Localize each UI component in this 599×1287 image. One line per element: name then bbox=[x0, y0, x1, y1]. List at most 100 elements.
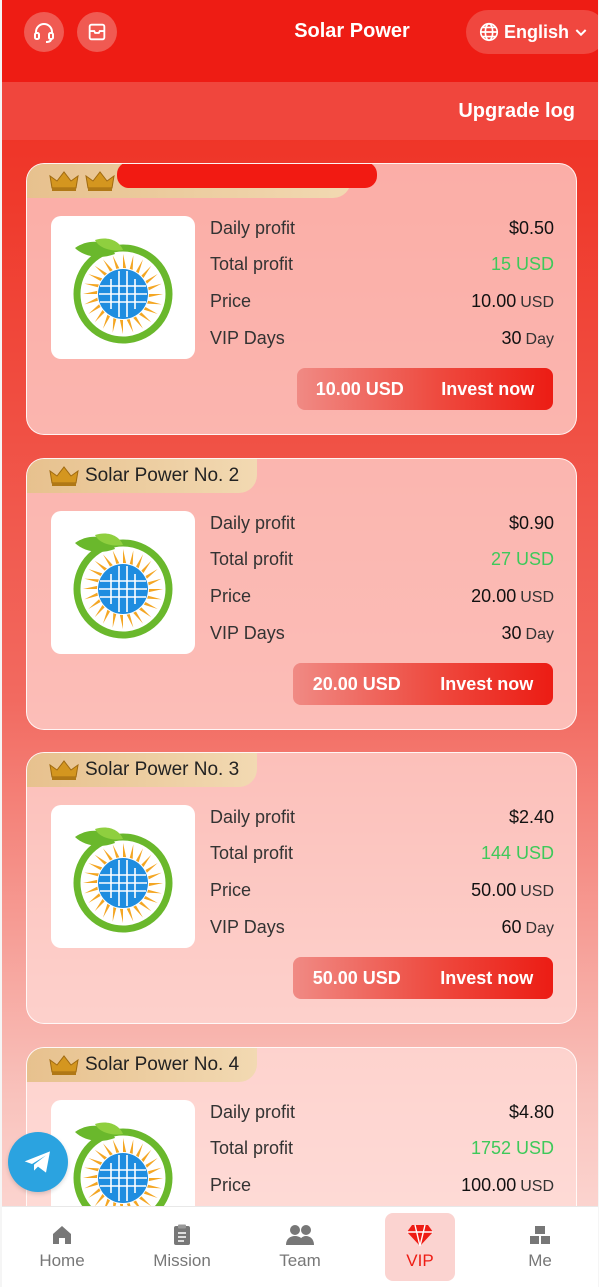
daily-profit-value-wrap: $0.90 bbox=[509, 513, 554, 534]
language-label: English bbox=[504, 21, 570, 42]
support-button[interactable] bbox=[24, 12, 64, 52]
invest-now-button[interactable]: 50.00 USD Invest now bbox=[293, 957, 553, 999]
nav-me[interactable]: Me bbox=[505, 1213, 575, 1281]
total-profit-row: Total profit 1752 USD bbox=[210, 1138, 554, 1162]
total-profit-value: 144 USD bbox=[480, 843, 554, 863]
total-profit-row: Total profit 15 USD bbox=[210, 254, 554, 278]
total-profit-value-wrap: 27 USD bbox=[491, 549, 554, 570]
vip-days-value: 30 bbox=[501, 328, 522, 348]
total-profit-value-wrap: 144 USD bbox=[481, 843, 554, 864]
daily-profit-value-wrap: $2.40 bbox=[509, 807, 554, 828]
daily-profit-value-wrap: $0.50 bbox=[509, 218, 554, 239]
total-profit-label: Total profit bbox=[210, 1138, 294, 1158]
vip-days-label: VIP Days bbox=[210, 623, 285, 643]
chevron-down-icon bbox=[575, 29, 587, 37]
daily-profit-value: $0.90 bbox=[508, 513, 554, 533]
nav-me-label: Me bbox=[528, 1251, 552, 1270]
invest-label: Invest now bbox=[441, 378, 535, 399]
crown-icon bbox=[49, 1055, 79, 1075]
globe-icon bbox=[479, 22, 499, 42]
price-row: Price 50.00 USD bbox=[210, 880, 554, 904]
total-profit-value: 27 USD bbox=[490, 549, 554, 569]
invest-label: Invest now bbox=[440, 673, 534, 694]
crown-icon bbox=[85, 171, 115, 191]
nav-home[interactable]: Home bbox=[27, 1213, 97, 1281]
inbox-button[interactable] bbox=[77, 12, 117, 52]
vip-days-row: VIP Days 30 Day bbox=[210, 623, 554, 647]
day-unit: Day bbox=[525, 626, 554, 643]
price-value-wrap: 10.00 USD bbox=[471, 291, 554, 312]
header: Solar Power English bbox=[2, 0, 598, 82]
total-profit-value: 1752 USD bbox=[470, 1138, 554, 1158]
product-name: Solar Power No. 4 bbox=[85, 1054, 240, 1075]
price-label: Price bbox=[210, 880, 252, 900]
total-profit-row: Total profit 144 USD bbox=[210, 843, 554, 867]
daily-profit-row: Daily profit $0.50 bbox=[210, 218, 554, 242]
price-value: 20.00 bbox=[471, 586, 517, 606]
vip-days-value: 30 bbox=[501, 623, 522, 643]
vip-days-row: VIP Days 60 Day bbox=[210, 917, 554, 941]
telegram-button[interactable] bbox=[8, 1132, 68, 1192]
nav-mission[interactable]: Mission bbox=[147, 1213, 217, 1281]
product-image bbox=[51, 216, 195, 359]
daily-profit-label: Daily profit bbox=[210, 1102, 296, 1122]
price-value-wrap: 50.00 USD bbox=[471, 880, 554, 901]
usd-unit: USD bbox=[520, 883, 554, 900]
price-row: Price 100.00 USD bbox=[210, 1175, 554, 1199]
crown-icon bbox=[49, 171, 79, 191]
nav-vip-label: VIP bbox=[406, 1251, 434, 1270]
vip-days-row: VIP Days 30 Day bbox=[210, 328, 554, 352]
nav-team-label: Team bbox=[279, 1251, 321, 1270]
daily-profit-value-wrap: $4.80 bbox=[509, 1102, 554, 1123]
product-card: Solar Power No. 2 Daily profit $0.90 Tot… bbox=[26, 458, 577, 730]
solar-logo-icon bbox=[73, 532, 173, 638]
total-profit-label: Total profit bbox=[210, 549, 294, 569]
day-unit: Day bbox=[525, 331, 554, 348]
day-unit: Day bbox=[525, 920, 554, 937]
diamond-icon bbox=[407, 1224, 433, 1247]
home-icon bbox=[53, 1226, 71, 1244]
nav-team[interactable]: Team bbox=[265, 1213, 335, 1281]
price-label: Price bbox=[210, 291, 252, 311]
daily-profit-row: Daily profit $0.90 bbox=[210, 513, 554, 537]
bottom-nav: Home Mission Team VIP Me bbox=[2, 1206, 598, 1287]
nav-vip[interactable]: VIP bbox=[385, 1213, 455, 1281]
product-image bbox=[51, 805, 195, 948]
invest-price: 20.00 USD bbox=[312, 673, 401, 694]
price-value-wrap: 20.00 USD bbox=[471, 586, 554, 607]
total-profit-row: Total profit 27 USD bbox=[210, 549, 554, 573]
team-icon bbox=[286, 1225, 314, 1245]
app-screen: Solar Power English Upgrade log Daily pr… bbox=[2, 0, 598, 1287]
usd-unit: USD bbox=[520, 1178, 554, 1195]
price-value: 50.00 bbox=[471, 880, 517, 900]
vip-days-label: VIP Days bbox=[210, 917, 285, 937]
upgrade-log-link[interactable]: Upgrade log bbox=[458, 100, 575, 123]
daily-profit-label: Daily profit bbox=[210, 513, 296, 533]
headset-icon bbox=[34, 23, 54, 43]
daily-profit-label: Daily profit bbox=[210, 807, 296, 827]
daily-profit-value: $0.50 bbox=[508, 218, 554, 238]
product-card: Daily profit $0.50 Total profit 15 USD P… bbox=[26, 163, 577, 435]
total-profit-label: Total profit bbox=[210, 843, 294, 863]
language-selector[interactable]: English bbox=[466, 10, 598, 54]
invest-now-button[interactable]: 10.00 USD Invest now bbox=[297, 368, 553, 410]
price-row: Price 10.00 USD bbox=[210, 291, 554, 315]
blocks-icon bbox=[530, 1226, 550, 1244]
vip-days-value-wrap: 30 Day bbox=[502, 328, 554, 349]
vip-days-value-wrap: 30 Day bbox=[502, 623, 554, 644]
daily-profit-label: Daily profit bbox=[210, 218, 296, 238]
solar-logo-icon bbox=[73, 826, 173, 932]
vip-days-label: VIP Days bbox=[210, 328, 285, 348]
page-title: Solar Power bbox=[294, 20, 410, 42]
product-tag: Solar Power No. 2 bbox=[27, 459, 258, 493]
product-image bbox=[51, 511, 195, 654]
price-value: 10.00 bbox=[471, 291, 517, 311]
usd-unit: USD bbox=[520, 589, 554, 606]
price-value-wrap: 100.00 USD bbox=[461, 1175, 554, 1196]
product-tag: Solar Power No. 3 bbox=[27, 753, 258, 787]
inbox-icon bbox=[88, 23, 106, 41]
invest-now-button[interactable]: 20.00 USD Invest now bbox=[293, 663, 553, 705]
daily-profit-value: $4.80 bbox=[508, 1102, 554, 1122]
invest-price: 50.00 USD bbox=[312, 967, 401, 988]
product-tag: Solar Power No. 4 bbox=[27, 1048, 258, 1082]
